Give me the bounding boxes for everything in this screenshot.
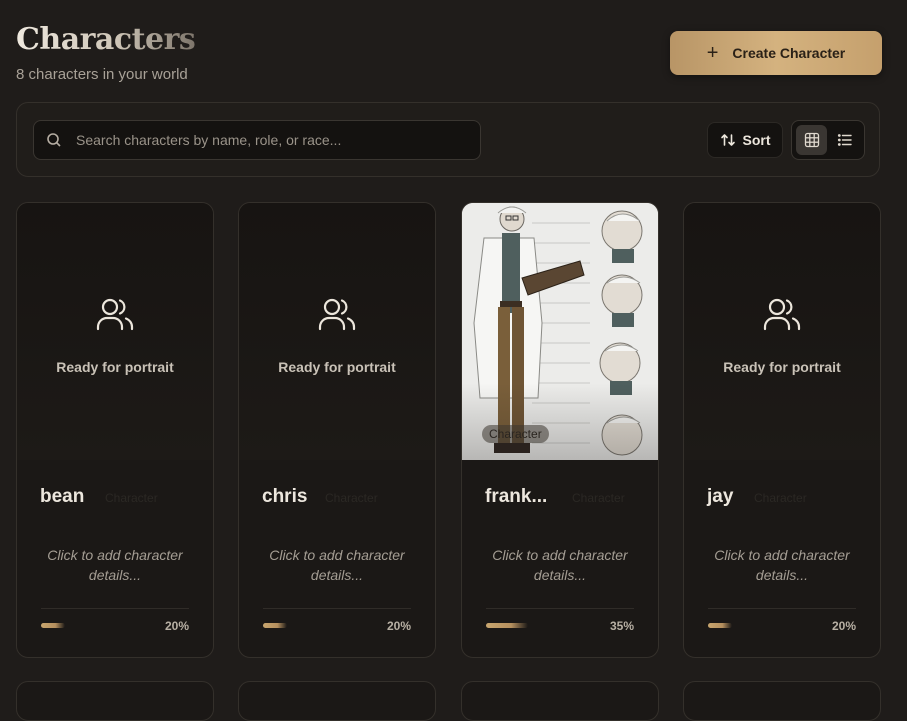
sort-icon — [720, 132, 736, 148]
character-details[interactable]: Click to add character details... — [239, 545, 435, 585]
character-card[interactable] — [238, 681, 436, 721]
character-card[interactable] — [683, 681, 881, 721]
character-role: Character — [105, 491, 158, 505]
character-card[interactable]: Ready for portrait jay Character Click t… — [683, 202, 881, 658]
portrait-status: Ready for portrait — [56, 359, 174, 375]
view-toggle — [791, 120, 865, 160]
character-details[interactable]: Click to add character details... — [462, 545, 658, 585]
role-badge: Character — [482, 425, 549, 443]
card-divider — [708, 608, 856, 609]
plus-icon: + — [706, 42, 719, 64]
card-divider — [41, 608, 189, 609]
portrait-placeholder[interactable]: Ready for portrait — [17, 203, 213, 460]
create-character-label: Create Character — [732, 45, 846, 61]
grid-view-button[interactable] — [796, 125, 827, 155]
search-box[interactable] — [33, 120, 481, 160]
character-role: Character — [325, 491, 378, 505]
completion-progress-bar — [41, 623, 161, 628]
list-icon — [837, 132, 853, 148]
portrait-placeholder[interactable]: Ready for portrait — [239, 203, 435, 460]
create-character-button[interactable]: + Create Character — [670, 31, 882, 75]
users-icon — [684, 295, 880, 335]
search-input[interactable] — [74, 131, 480, 149]
character-name: frank... — [485, 486, 548, 507]
progress-fill — [486, 623, 528, 628]
list-view-button[interactable] — [829, 125, 860, 155]
portrait-status: Ready for portrait — [278, 359, 396, 375]
toolbar: Sort — [16, 102, 880, 177]
character-count: 8 characters in your world — [16, 66, 188, 83]
character-role: Character — [572, 491, 625, 505]
completion-percent: 35% — [609, 619, 634, 633]
character-name: bean — [40, 486, 85, 507]
character-card[interactable]: Ready for portrait chris Character Click… — [238, 202, 436, 658]
progress-fill — [708, 623, 732, 628]
progress-fill — [263, 623, 287, 628]
users-icon — [239, 295, 435, 335]
character-portrait[interactable]: Character — [462, 203, 658, 460]
grid-icon — [804, 132, 820, 148]
character-details[interactable]: Click to add character details... — [17, 545, 213, 585]
page-title: Characters — [16, 22, 196, 57]
completion-percent: 20% — [164, 619, 189, 633]
character-card[interactable]: Ready for portrait bean Character Click … — [16, 202, 214, 658]
character-details[interactable]: Click to add character details... — [684, 545, 880, 585]
card-divider — [486, 608, 634, 609]
completion-progress-bar — [708, 623, 828, 628]
portrait-illustration — [462, 203, 658, 460]
completion-percent: 20% — [386, 619, 411, 633]
card-divider — [263, 608, 411, 609]
character-card[interactable] — [461, 681, 659, 721]
page-header: Characters 8 characters in your world — [16, 22, 196, 83]
character-card[interactable]: Character frank... Character Click to ad… — [461, 202, 659, 658]
character-card[interactable] — [16, 681, 214, 721]
completion-progress-bar — [486, 623, 606, 628]
search-icon — [46, 132, 62, 148]
character-name: chris — [262, 486, 308, 507]
users-icon — [17, 295, 213, 335]
completion-progress-bar — [263, 623, 383, 628]
sort-label: Sort — [742, 132, 771, 148]
portrait-placeholder[interactable]: Ready for portrait — [684, 203, 880, 460]
portrait-status: Ready for portrait — [723, 359, 841, 375]
character-role: Character — [754, 491, 807, 505]
sort-button[interactable]: Sort — [707, 122, 783, 158]
progress-fill — [41, 623, 65, 628]
completion-percent: 20% — [831, 619, 856, 633]
character-name: jay — [707, 486, 734, 507]
